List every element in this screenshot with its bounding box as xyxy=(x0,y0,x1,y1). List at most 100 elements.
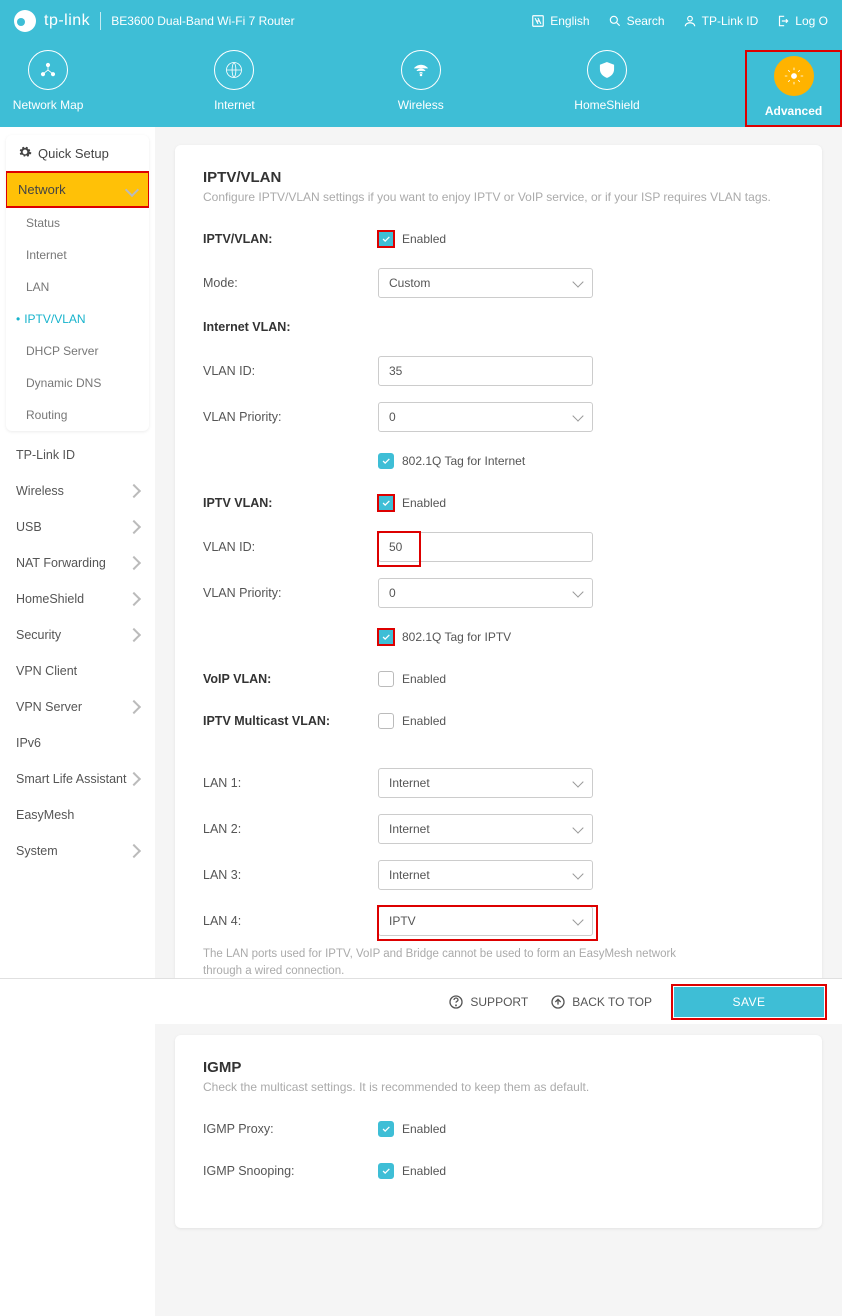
tag-iptv-checkbox[interactable] xyxy=(378,629,394,645)
internet-vlan-id-input[interactable] xyxy=(378,356,593,386)
lan-note: The LAN ports used for IPTV, VoIP and Br… xyxy=(203,946,703,981)
chevron-down-icon xyxy=(572,410,583,421)
vlan-id-label: VLAN ID: xyxy=(203,540,378,554)
homeshield-icon xyxy=(587,50,627,90)
tab-label: HomeShield xyxy=(574,98,639,112)
chevron-right-icon xyxy=(127,520,141,534)
tplink-id-label: TP-Link ID xyxy=(702,14,759,28)
chevron-down-icon xyxy=(572,868,583,879)
enabled-text: Enabled xyxy=(402,496,446,510)
tab-label: Wireless xyxy=(398,98,444,112)
voip-vlan-checkbox[interactable] xyxy=(378,671,394,687)
igmp-snooping-checkbox[interactable] xyxy=(378,1163,394,1179)
tab-network-map[interactable]: Network Map xyxy=(0,50,96,127)
sidebar-sub-dhcp-server[interactable]: DHCP Server xyxy=(6,335,149,367)
nav-tabs: Network Map Internet Wireless HomeShield… xyxy=(0,42,842,127)
brand: tp-link xyxy=(14,10,90,32)
lan4-select[interactable]: IPTV xyxy=(378,906,593,936)
iptvvlan-checkbox[interactable] xyxy=(378,231,394,247)
sidebar-item-usb[interactable]: USB xyxy=(0,509,155,545)
chevron-down-icon xyxy=(125,182,139,196)
section-title: IPTV/VLAN xyxy=(203,169,794,186)
sidebar-quick-setup[interactable]: Quick Setup xyxy=(6,135,149,172)
model-name: BE3600 Dual-Band Wi-Fi 7 Router xyxy=(111,14,294,28)
iptv-vlan-title: IPTV VLAN: xyxy=(203,496,378,510)
language-button[interactable]: English xyxy=(531,14,589,28)
tab-label: Network Map xyxy=(13,98,84,112)
igmp-proxy-checkbox[interactable] xyxy=(378,1121,394,1137)
mode-value: Custom xyxy=(389,276,430,290)
vlan-priority-label: VLAN Priority: xyxy=(203,586,378,600)
search-button[interactable]: Search xyxy=(608,14,665,28)
sidebar-sub-iptv-vlan[interactable]: IPTV/VLAN xyxy=(6,303,149,335)
vlan-id-label: VLAN ID: xyxy=(203,364,378,378)
mode-label: Mode: xyxy=(203,276,378,290)
multicast-vlan-checkbox[interactable] xyxy=(378,713,394,729)
tplink-id-button[interactable]: TP-Link ID xyxy=(683,14,759,28)
internet-vlan-priority-select[interactable]: 0 xyxy=(378,402,593,432)
lan3-select[interactable]: Internet xyxy=(378,860,593,890)
sidebar-sub-dynamic-dns[interactable]: Dynamic DNS xyxy=(6,367,149,399)
iptv-vlan-checkbox[interactable] xyxy=(378,495,394,511)
user-icon xyxy=(683,14,697,28)
iptv-vlan-priority-select[interactable]: 0 xyxy=(378,578,593,608)
sidebar-item-tplink-id[interactable]: TP-Link ID xyxy=(0,437,155,473)
sidebar-item-security[interactable]: Security xyxy=(0,617,155,653)
brand-logo-icon xyxy=(14,10,36,32)
tag-internet-checkbox[interactable] xyxy=(378,453,394,469)
advanced-icon xyxy=(774,56,814,96)
sidebar-item-smart-life[interactable]: Smart Life Assistant xyxy=(0,761,155,797)
top-bar: tp-link BE3600 Dual-Band Wi-Fi 7 Router … xyxy=(0,0,842,42)
sidebar-item-nat-forwarding[interactable]: NAT Forwarding xyxy=(0,545,155,581)
enabled-text: Enabled xyxy=(402,1164,446,1178)
tab-label: Advanced xyxy=(765,104,822,118)
network-map-icon xyxy=(28,50,68,90)
language-label: English xyxy=(550,14,589,28)
tab-label: Internet xyxy=(214,98,255,112)
lan2-select[interactable]: Internet xyxy=(378,814,593,844)
back-to-top-button[interactable]: BACK TO TOP xyxy=(550,994,652,1010)
sidebar-item-ipv6[interactable]: IPv6 xyxy=(0,725,155,761)
topbar-right: English Search TP-Link ID Log O xyxy=(531,14,828,28)
lan1-select[interactable]: Internet xyxy=(378,768,593,798)
logout-button[interactable]: Log O xyxy=(776,14,828,28)
igmp-proxy-label: IGMP Proxy: xyxy=(203,1122,378,1136)
internet-icon xyxy=(214,50,254,90)
save-button[interactable]: SAVE xyxy=(674,987,824,1017)
sidebar-item-homeshield[interactable]: HomeShield xyxy=(0,581,155,617)
tag-iptv-text: 802.1Q Tag for IPTV xyxy=(402,630,511,644)
lan4-label: LAN 4: xyxy=(203,914,378,928)
gear-icon xyxy=(18,145,32,162)
tag-internet-text: 802.1Q Tag for Internet xyxy=(402,454,525,468)
support-icon xyxy=(448,994,464,1010)
chevron-right-icon xyxy=(127,628,141,642)
sidebar-item-wireless[interactable]: Wireless xyxy=(0,473,155,509)
mode-select[interactable]: Custom xyxy=(378,268,593,298)
lan1-label: LAN 1: xyxy=(203,776,378,790)
sidebar-sub-lan[interactable]: LAN xyxy=(6,271,149,303)
arrow-up-icon xyxy=(550,994,566,1010)
brand-text: tp-link xyxy=(44,12,90,30)
main-content: IPTV/VLAN Configure IPTV/VLAN settings i… xyxy=(155,127,842,1316)
iptv-vlan-id-input[interactable] xyxy=(378,532,593,562)
chevron-down-icon xyxy=(572,914,583,925)
chevron-right-icon xyxy=(127,700,141,714)
sidebar-sub-status[interactable]: Status xyxy=(6,207,149,239)
sidebar-network[interactable]: Network xyxy=(6,172,149,207)
sidebar-sub-routing[interactable]: Routing xyxy=(6,399,149,431)
sidebar-item-easymesh[interactable]: EasyMesh xyxy=(0,797,155,833)
igmp-snooping-label: IGMP Snooping: xyxy=(203,1164,378,1178)
sidebar-sub-internet[interactable]: Internet xyxy=(6,239,149,271)
tab-advanced[interactable]: Advanced xyxy=(745,50,842,127)
tab-internet[interactable]: Internet xyxy=(186,50,282,127)
chevron-right-icon xyxy=(127,556,141,570)
search-icon xyxy=(608,14,622,28)
support-button[interactable]: SUPPORT xyxy=(448,994,528,1010)
sidebar-item-vpn-server[interactable]: VPN Server xyxy=(0,689,155,725)
tab-wireless[interactable]: Wireless xyxy=(373,50,469,127)
section-desc: Configure IPTV/VLAN settings if you want… xyxy=(203,190,794,204)
sidebar-item-vpn-client[interactable]: VPN Client xyxy=(0,653,155,689)
tab-homeshield[interactable]: HomeShield xyxy=(559,50,655,127)
sidebar-item-system[interactable]: System xyxy=(0,833,155,869)
enabled-text: Enabled xyxy=(402,672,446,686)
